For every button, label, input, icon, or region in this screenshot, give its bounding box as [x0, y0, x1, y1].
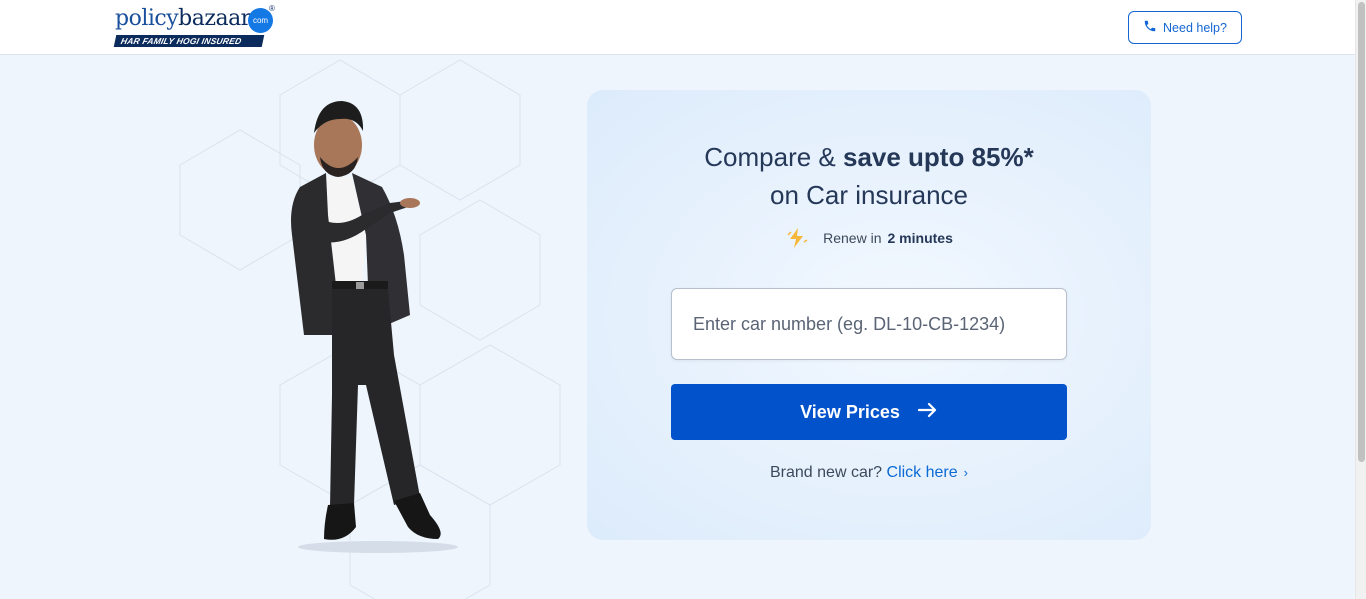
renew-label: Renew in	[823, 230, 882, 246]
view-prices-label: View Prices	[800, 401, 900, 422]
brand-new-car-text: Brand new car?	[770, 464, 883, 481]
brand-new-car-row: Brand new car? Click here ›	[587, 464, 1151, 482]
header: policybazaar com ® HAR FAMILY HOGI INSUR…	[0, 0, 1355, 55]
logo-wordmark: policybazaar	[115, 6, 251, 31]
chevron-right-icon: ›	[963, 465, 968, 480]
renew-info: Renew in 2 minutes	[587, 226, 1151, 250]
headline-highlight: save upto 85%*	[842, 142, 1034, 172]
insurance-quote-card: Compare & save upto 85%* on Car insuranc…	[587, 90, 1151, 540]
need-help-label: Need help?	[1163, 20, 1227, 35]
page-scrollbar[interactable]	[1355, 0, 1366, 599]
arrow-right-icon	[917, 402, 938, 423]
scrollbar-thumb[interactable]	[1358, 2, 1365, 462]
lightning-icon	[785, 226, 809, 250]
renew-duration: 2 minutes	[887, 230, 953, 246]
headline-line-2: on Car insurance	[770, 180, 968, 210]
brand-ambassador-image	[291, 101, 458, 553]
policybazaar-logo[interactable]: policybazaar com ® HAR FAMILY HOGI INSUR…	[113, 4, 280, 48]
phone-icon	[1143, 19, 1157, 36]
car-number-input[interactable]	[671, 288, 1067, 360]
logo-registered-mark: ®	[269, 4, 275, 13]
view-prices-button[interactable]: View Prices	[671, 384, 1067, 440]
need-help-button[interactable]: Need help?	[1128, 11, 1242, 44]
headline: Compare & save upto 85%* on Car insuranc…	[587, 138, 1151, 214]
logo-tagline: HAR FAMILY HOGI INSURED	[113, 35, 265, 47]
click-here-link[interactable]: Click here	[887, 464, 958, 481]
